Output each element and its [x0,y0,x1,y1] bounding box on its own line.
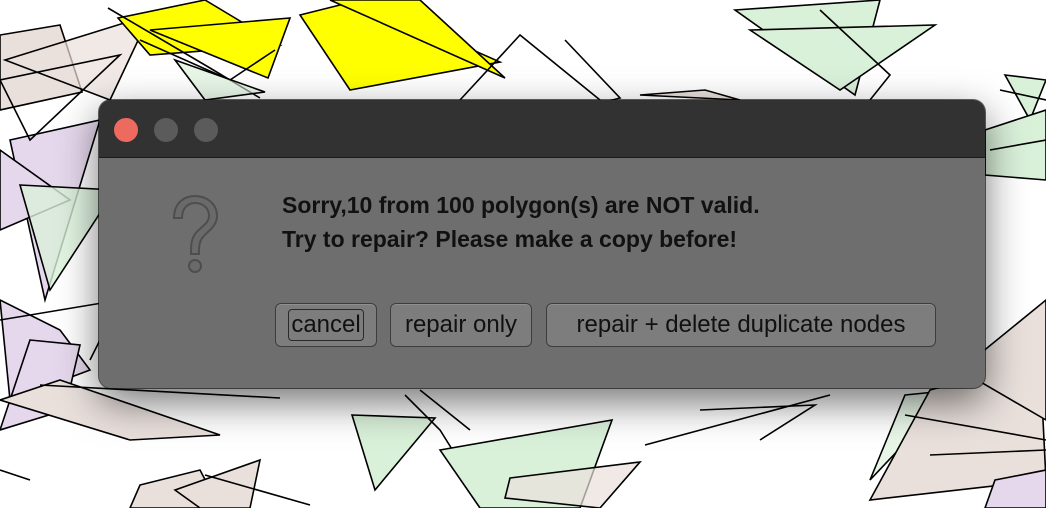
minimize-window-button[interactable] [154,118,178,142]
message-line-1: Sorry,10 from 100 polygon(s) are NOT val… [282,192,760,218]
title-bar [99,100,985,158]
polygon-shape [0,469,31,481]
close-window-button[interactable] [114,118,138,142]
polygon-shape [639,89,741,101]
cancel-button[interactable]: cancel [275,303,377,347]
message-line-2: Try to repair? Please make a copy before… [282,226,738,252]
question-mark-icon [172,194,219,273]
repair-only-button-label: repair only [404,311,518,338]
alert-message: Sorry,10 from 100 polygon(s) are NOT val… [282,188,962,256]
cancel-button-label: cancel [288,309,364,341]
polygon-shape [350,414,437,492]
polygon-shape [644,394,831,446]
alert-dialog: Sorry,10 from 100 polygon(s) are NOT val… [99,100,985,388]
polygon-shape [699,404,818,441]
polygon-shape [747,24,938,91]
repair-only-button[interactable]: repair only [390,303,532,347]
repair-delete-duplicates-button-label: repair + delete duplicate nodes [576,311,906,338]
repair-delete-duplicates-button[interactable]: repair + delete duplicate nodes [546,303,936,347]
zoom-window-button[interactable] [194,118,218,142]
